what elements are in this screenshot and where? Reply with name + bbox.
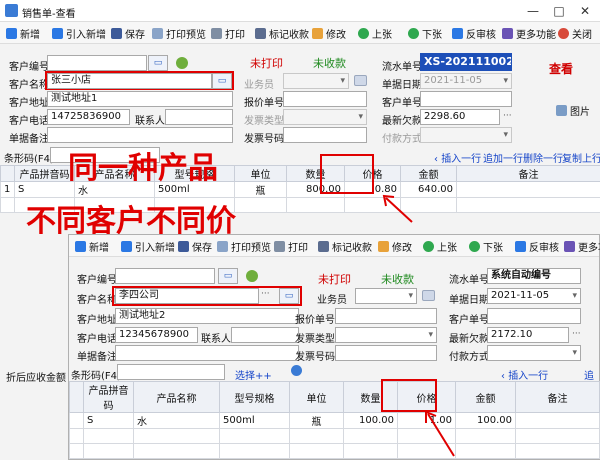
arrow-line-1 (385, 197, 413, 223)
arrow-line-2 (427, 413, 455, 457)
annotation-arrows (382, 194, 455, 457)
